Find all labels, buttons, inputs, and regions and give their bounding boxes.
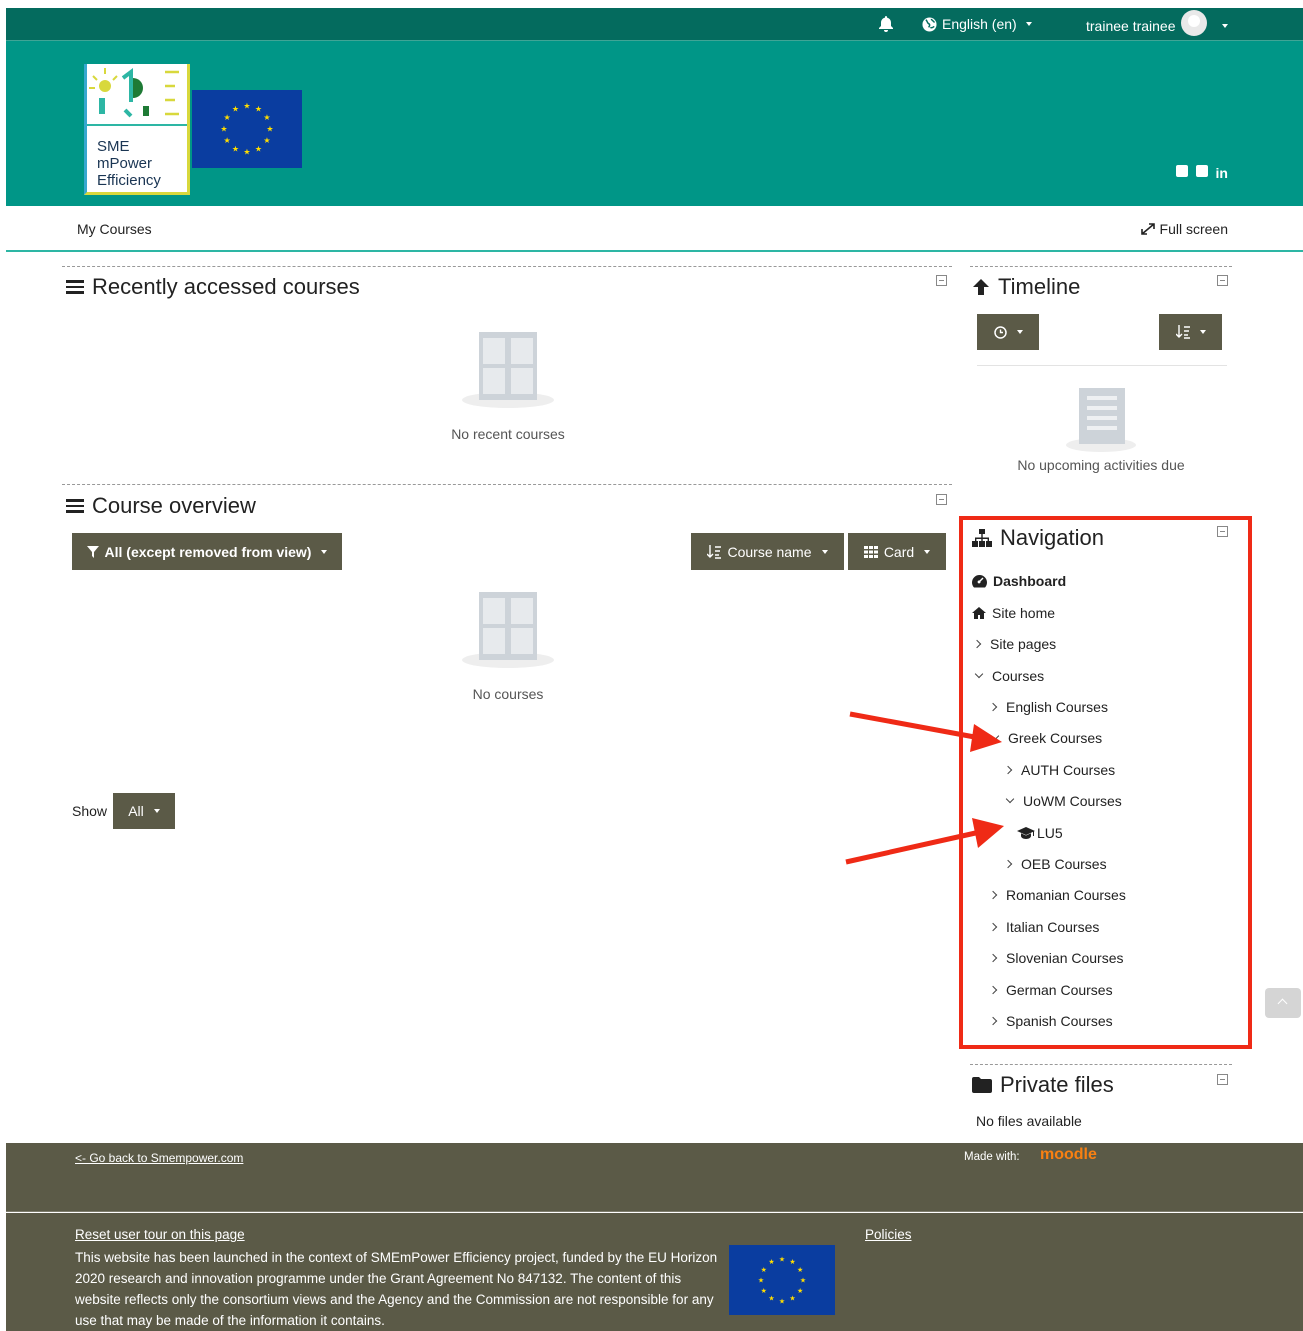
recent-courses-title: Recently accessed courses	[66, 274, 360, 300]
footer-disclaimer: This website has been launched in the co…	[75, 1250, 718, 1328]
eu-star: ★	[263, 113, 270, 122]
language-label: English (en)	[942, 16, 1017, 32]
logo-graphic	[87, 64, 187, 126]
language-menu[interactable]: English (en)	[922, 16, 1032, 32]
sort-icon	[1175, 325, 1190, 339]
sort-icon	[707, 544, 722, 559]
eu-star: ★	[220, 125, 227, 134]
my-courses-link[interactable]: My Courses	[77, 221, 152, 237]
menu-icon	[66, 280, 84, 294]
courses-empty-text: No courses	[472, 686, 544, 702]
show-per-page-dropdown[interactable]: All	[113, 793, 175, 829]
eu-star: ★	[779, 1255, 785, 1263]
course-overview-title: Course overview	[66, 493, 256, 519]
eu-star: ★	[223, 136, 230, 145]
globe-icon	[922, 16, 937, 32]
recent-empty-text: No recent courses	[451, 426, 565, 442]
divider	[62, 266, 952, 267]
collapse-block-icon[interactable]	[1217, 275, 1228, 286]
timeline-sort-dropdown[interactable]	[1159, 314, 1222, 350]
secondary-nav: My Courses Full screen	[6, 206, 1303, 252]
twitter-icon[interactable]	[1195, 165, 1208, 177]
eu-star: ★	[789, 1258, 795, 1266]
collapse-block-icon[interactable]	[1217, 1074, 1228, 1085]
footer-top: <- Go back to Smempower.com Made with: m…	[6, 1143, 1303, 1212]
private-files-title: Private files	[972, 1072, 1114, 1098]
full-screen-button[interactable]: Full screen	[1139, 221, 1228, 237]
reset-user-tour-link[interactable]: Reset user tour on this page	[75, 1227, 245, 1242]
divider	[970, 266, 1232, 267]
eu-star: ★	[800, 1276, 806, 1284]
arrow-up-icon	[973, 279, 989, 295]
eu-star: ★	[797, 1266, 803, 1274]
policies-link[interactable]: Policies	[865, 1227, 912, 1242]
eu-star: ★	[263, 136, 270, 145]
eu-star: ★	[761, 1287, 767, 1295]
filter-icon	[86, 545, 99, 558]
chevron-down-icon	[321, 549, 328, 554]
user-menu[interactable]: trainee trainee	[1086, 10, 1228, 36]
expand-icon	[1140, 223, 1155, 235]
eu-star: ★	[232, 105, 239, 114]
grid-icon	[863, 545, 878, 558]
moodle-logo[interactable]: moodle	[1040, 1146, 1097, 1164]
empty-courses-illustration	[462, 592, 554, 672]
timeline-title: Timeline	[972, 274, 1080, 300]
eu-star: ★	[232, 145, 239, 154]
top-bar: English (en) trainee trainee	[6, 8, 1303, 41]
eu-star: ★	[779, 1297, 785, 1305]
chevron-down-icon	[1025, 22, 1032, 26]
eu-star: ★	[255, 105, 262, 114]
made-with-label: Made with:	[964, 1151, 1020, 1163]
eu-flag: ★ ★ ★ ★ ★ ★ ★ ★ ★ ★ ★ ★	[192, 90, 302, 168]
site-logo[interactable]: SME mPower Efficiency	[84, 64, 190, 195]
eu-star: ★	[255, 145, 262, 154]
view-dropdown[interactable]: Card	[848, 533, 946, 570]
eu-star: ★	[758, 1276, 764, 1284]
footer-bottom: Reset user tour on this page This websit…	[6, 1213, 1303, 1331]
sort-dropdown[interactable]: Course name	[691, 533, 844, 570]
menu-icon	[66, 499, 84, 513]
eu-flag: ★ ★ ★ ★ ★ ★ ★ ★ ★ ★ ★ ★	[729, 1245, 835, 1315]
avatar	[1180, 10, 1207, 36]
facebook-icon[interactable]	[1175, 165, 1188, 177]
collapse-block-icon[interactable]	[936, 275, 947, 286]
timeline-filter-dropdown[interactable]	[977, 314, 1039, 350]
chevron-down-icon	[1221, 24, 1228, 28]
logo-text: SME mPower Efficiency	[97, 138, 161, 189]
chevron-down-icon	[153, 809, 160, 813]
eu-star: ★	[243, 102, 250, 111]
chevron-down-icon	[1199, 330, 1206, 334]
divider	[977, 365, 1227, 366]
divider	[970, 1064, 1232, 1065]
eu-star: ★	[768, 1295, 774, 1303]
chevron-down-icon	[1016, 330, 1023, 334]
folder-icon	[972, 1077, 992, 1093]
linkedin-icon[interactable]: in	[1216, 165, 1228, 181]
annotation-arrows	[845, 711, 1004, 865]
eu-star: ★	[266, 125, 273, 134]
course-filter-dropdown[interactable]: All (except removed from view)	[72, 533, 342, 570]
collapse-block-icon[interactable]	[936, 494, 947, 505]
empty-timeline-illustration	[1066, 388, 1136, 452]
empty-courses-illustration	[462, 332, 554, 412]
divider	[62, 484, 952, 485]
chevron-down-icon	[924, 549, 931, 554]
eu-star: ★	[797, 1287, 803, 1295]
eu-star: ★	[223, 113, 230, 122]
eu-star: ★	[789, 1295, 795, 1303]
back-to-site-link[interactable]: <- Go back to Smempower.com	[75, 1151, 243, 1165]
private-files-empty-text: No files available	[976, 1113, 1082, 1129]
social-links: in	[1175, 165, 1228, 181]
clock-icon	[993, 325, 1007, 339]
eu-star: ★	[761, 1266, 767, 1274]
eu-star: ★	[768, 1258, 774, 1266]
user-name: trainee trainee	[1086, 18, 1176, 34]
timeline-empty-text: No upcoming activities due	[1017, 457, 1185, 473]
eu-star: ★	[243, 148, 250, 157]
notifications-icon[interactable]	[879, 16, 893, 32]
scroll-to-top-button[interactable]	[1265, 988, 1301, 1018]
chevron-down-icon	[821, 549, 828, 554]
show-label: Show	[72, 803, 108, 819]
